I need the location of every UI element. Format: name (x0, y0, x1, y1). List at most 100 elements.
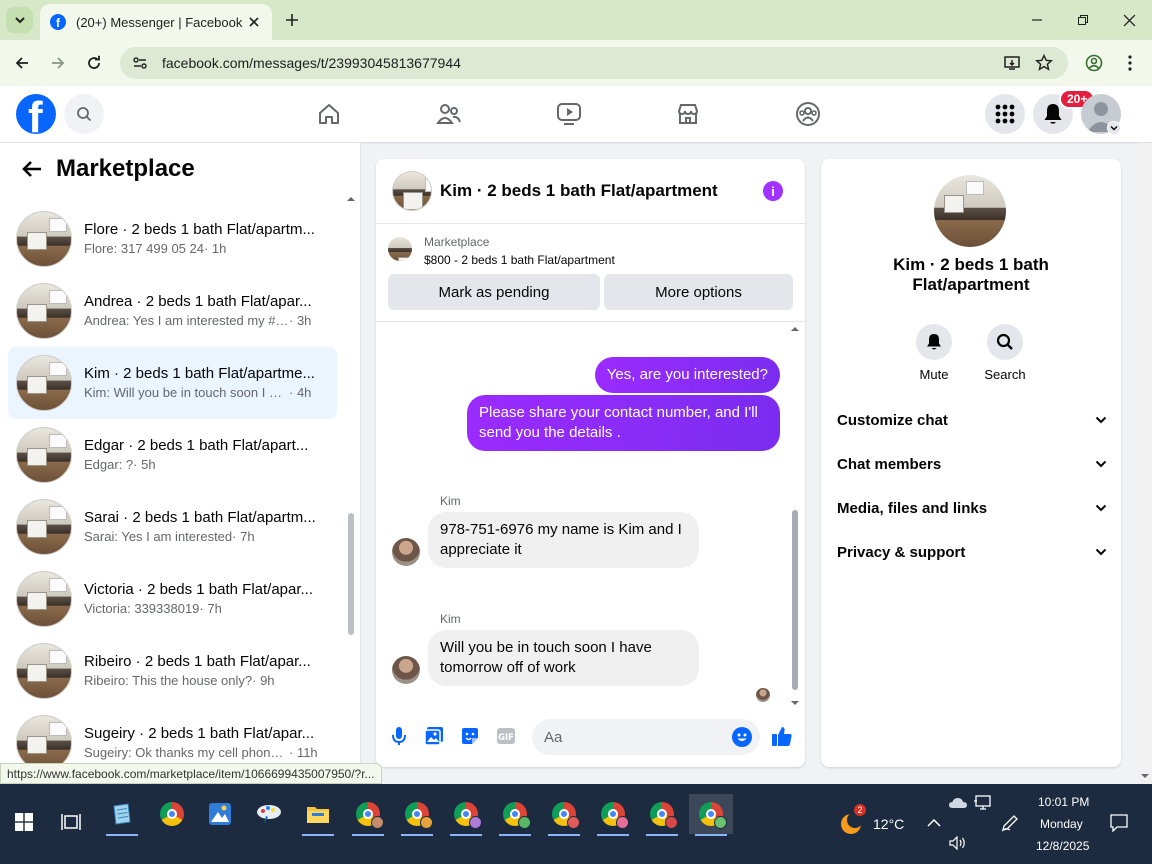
search-action[interactable]: Search (975, 324, 1035, 382)
reload-button[interactable] (82, 51, 106, 75)
conversation-snippet: Andrea: Yes I am interested my # is:... (84, 313, 289, 328)
conversation-item[interactable]: Ribeiro · 2 beds 1 bath Flat/apar... Rib… (8, 635, 337, 707)
taskbar-chrome-profile-2[interactable] (395, 794, 439, 836)
scrollbar-thumb[interactable] (348, 513, 354, 635)
taskbar-chrome-profile-7[interactable] (640, 794, 684, 836)
outgoing-message[interactable]: Yes, are you interested? (594, 357, 780, 393)
nav-marketplace[interactable] (674, 100, 702, 128)
search-icon (77, 107, 92, 122)
attach-media-button[interactable] (423, 725, 445, 747)
scroll-up-arrow-icon[interactable] (790, 325, 800, 333)
incoming-message[interactable]: 978-751-6976 my name is Kim and I apprec… (428, 512, 699, 568)
taskbar-app-chrome[interactable] (150, 794, 194, 834)
browser-menu-button[interactable] (1118, 51, 1142, 75)
profile-button[interactable] (1082, 51, 1106, 75)
section-privacy-support[interactable]: Privacy & support (837, 540, 1107, 564)
chat-thumbnail[interactable] (392, 171, 432, 211)
chat-title[interactable]: Kim · 2 beds 1 bath Flat/apartment (440, 181, 805, 201)
tab-search-button[interactable] (6, 7, 33, 33)
mark-as-pending-button[interactable]: Mark as pending (388, 274, 600, 310)
weather-temperature[interactable]: 12°C (873, 816, 904, 832)
maximize-button[interactable] (1070, 8, 1096, 32)
browser-tab-messenger[interactable]: f (20+) Messenger | Facebook (40, 4, 272, 40)
nav-friends[interactable] (435, 100, 463, 128)
account-caret[interactable] (1107, 121, 1121, 135)
clock-day[interactable]: Monday (1040, 817, 1083, 831)
facebook-search-button[interactable] (64, 94, 104, 134)
address-bar[interactable]: facebook.com/messages/t/2399304581367794… (120, 47, 1068, 79)
url-text[interactable]: facebook.com/messages/t/2399304581367794… (162, 55, 461, 71)
scroll-down-arrow-icon[interactable] (790, 699, 800, 707)
weather-widget[interactable]: 2 (834, 804, 868, 844)
section-media-files-links[interactable]: Media, files and links (837, 496, 1107, 520)
mute-action[interactable]: Mute (904, 324, 964, 382)
emoji-button[interactable] (732, 727, 752, 747)
back-to-chats-button[interactable] (20, 157, 44, 181)
taskbar-app-photos[interactable] (198, 794, 242, 834)
volume-tray-icon[interactable] (944, 832, 972, 854)
message-input[interactable]: Aa (532, 719, 760, 755)
conversation-item[interactable]: Flore · 2 beds 1 bath Flat/apartm... Flo… (8, 203, 337, 275)
listing-title[interactable]: $800 - 2 beds 1 bath Flat/apartment (424, 253, 615, 267)
page-scrollbar[interactable] (1138, 143, 1152, 784)
pen-tray-icon[interactable] (996, 812, 1024, 834)
chat-scrollbar[interactable] (790, 325, 800, 705)
notification-center-button[interactable] (1104, 810, 1134, 836)
gif-button[interactable]: GIF (495, 725, 517, 747)
taskbar-chrome-profile-4[interactable] (493, 794, 537, 836)
taskbar-chrome-profile-3[interactable] (444, 794, 488, 836)
show-hidden-icons-button[interactable] (920, 812, 948, 834)
facebook-logo[interactable]: f (16, 94, 56, 134)
conversation-item[interactable]: Sarai · 2 beds 1 bath Flat/apartm... Sar… (8, 491, 337, 563)
sender-avatar[interactable] (392, 656, 420, 684)
listing-thumbnail[interactable] (388, 237, 412, 261)
nav-groups[interactable] (794, 100, 822, 128)
conversation-item[interactable]: Andrea · 2 beds 1 bath Flat/apar... Andr… (8, 275, 337, 347)
nav-video[interactable] (555, 100, 583, 128)
taskbar-chrome-profile-1[interactable] (346, 794, 390, 836)
task-view-button[interactable] (49, 802, 93, 842)
profile-avatar (665, 816, 678, 829)
like-button[interactable] (771, 725, 793, 747)
listing-thumbnail-large[interactable] (934, 175, 1006, 247)
conversation-item-active[interactable]: Kim · 2 beds 1 bath Flat/apartme... Kim:… (8, 347, 337, 419)
clock-date[interactable]: 12/8/2025 (1036, 839, 1089, 853)
bookmark-button[interactable] (1032, 51, 1056, 75)
taskbar-app-paint[interactable] (247, 794, 291, 834)
conversation-item[interactable]: Edgar · 2 beds 1 bath Flat/apart... Edga… (8, 419, 337, 491)
outgoing-message[interactable]: Please share your contact number, and I'… (467, 395, 780, 451)
search-in-chat-button[interactable] (987, 324, 1023, 360)
tab-close-button[interactable] (246, 14, 262, 30)
close-window-button[interactable] (1116, 8, 1142, 32)
network-tray-icon[interactable] (968, 792, 996, 814)
more-options-button[interactable]: More options (604, 274, 793, 310)
mute-button[interactable] (916, 324, 952, 360)
section-chat-members[interactable]: Chat members (837, 452, 1107, 476)
scroll-up-arrow-icon[interactable] (346, 195, 356, 203)
section-customize-chat[interactable]: Customize chat (837, 408, 1107, 432)
voice-clip-button[interactable] (388, 725, 410, 747)
incoming-message[interactable]: Will you be in touch soon I have tomorro… (428, 630, 699, 686)
taskbar-app-notes[interactable] (100, 794, 144, 836)
clock-time[interactable]: 10:01 PM (1038, 795, 1089, 809)
install-app-button[interactable] (1000, 51, 1024, 75)
scrollbar-thumb[interactable] (792, 510, 798, 690)
forward-button[interactable] (46, 51, 70, 75)
taskbar-app-file-explorer[interactable] (296, 794, 340, 836)
site-settings-icon[interactable] (132, 55, 148, 71)
taskbar-chrome-profile-5[interactable] (542, 794, 586, 836)
scroll-down-arrow-icon[interactable] (1140, 772, 1150, 780)
nav-home[interactable] (315, 100, 343, 128)
new-tab-button[interactable] (282, 10, 302, 30)
menu-button[interactable] (985, 94, 1025, 134)
back-button[interactable] (10, 51, 34, 75)
start-button[interactable] (2, 802, 46, 842)
taskbar-chrome-profile-8-active[interactable] (689, 794, 733, 836)
conversation-item[interactable]: Victoria · 2 beds 1 bath Flat/apar... Vi… (8, 563, 337, 635)
info-icon[interactable]: i (763, 181, 783, 201)
sticker-button[interactable] (459, 725, 481, 747)
sidebar-scrollbar[interactable] (346, 195, 356, 784)
taskbar-chrome-profile-6[interactable] (591, 794, 635, 836)
minimize-button[interactable] (1024, 8, 1050, 32)
sender-avatar[interactable] (392, 538, 420, 566)
